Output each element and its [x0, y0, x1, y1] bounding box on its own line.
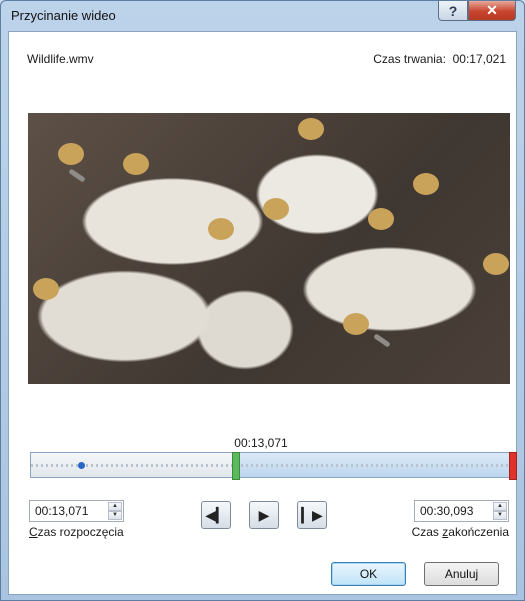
previous-frame-icon: ◀▎ [205, 506, 227, 523]
title-bar[interactable]: Przycinanie wideo ? ✕ [1, 1, 524, 29]
spin-up-icon[interactable]: ▲ [108, 502, 122, 511]
end-time-label: Czas zakończenia [411, 525, 509, 539]
play-button[interactable]: ▶ [249, 501, 279, 529]
close-button[interactable]: ✕ [468, 1, 516, 21]
bird-decoration [373, 333, 391, 348]
end-time-input[interactable] [415, 503, 492, 519]
start-trim-handle[interactable] [232, 452, 240, 480]
dialog-content: Wildlife.wmv Czas trwania: 00:17,021 00:… [8, 31, 517, 595]
dialog-window: Przycinanie wideo ? ✕ Wildlife.wmv Czas … [0, 0, 525, 601]
start-time-spinner[interactable]: ▲ ▼ [29, 500, 124, 522]
end-trim-handle[interactable] [509, 452, 517, 480]
help-icon: ? [448, 2, 458, 19]
bird-decoration [413, 173, 439, 195]
end-time-spinner[interactable]: ▲ ▼ [414, 500, 509, 522]
start-time-spin-buttons[interactable]: ▲ ▼ [108, 502, 122, 520]
bird-decoration [263, 198, 289, 220]
previous-frame-button[interactable]: ◀▎ [201, 501, 231, 529]
bird-decoration [33, 278, 59, 300]
duration-info: Czas trwania: 00:17,021 [373, 52, 506, 66]
help-button[interactable]: ? [438, 1, 468, 21]
bird-decoration [298, 118, 324, 140]
end-time-spin-buttons[interactable]: ▲ ▼ [493, 502, 507, 520]
start-time-input[interactable] [30, 503, 107, 519]
next-frame-icon: ▎▶ [301, 506, 323, 523]
video-preview[interactable] [28, 113, 510, 384]
file-name: Wildlife.wmv [27, 52, 94, 66]
bird-decoration [123, 153, 149, 175]
bird-decoration [68, 168, 86, 183]
spin-up-icon[interactable]: ▲ [493, 502, 507, 511]
current-time: 00:13,071 [234, 436, 288, 450]
ok-button[interactable]: OK [331, 562, 406, 586]
bird-decoration [343, 313, 369, 335]
cancel-button[interactable]: Anuluj [424, 562, 499, 586]
duration-label: Czas trwania: [373, 52, 446, 66]
bird-decoration [208, 218, 234, 240]
play-icon: ▶ [258, 506, 270, 523]
bird-decoration [368, 208, 394, 230]
trim-timeline[interactable] [30, 452, 517, 480]
close-icon: ✕ [486, 2, 498, 18]
duration-value: 00:17,021 [452, 52, 506, 66]
window-title: Przycinanie wideo [11, 8, 116, 23]
playhead-marker[interactable] [78, 462, 85, 469]
start-time-label: Czas rozpoczęcia [29, 525, 124, 539]
audio-waveform [31, 464, 509, 467]
spin-down-icon[interactable]: ▼ [493, 511, 507, 520]
spin-down-icon[interactable]: ▼ [108, 511, 122, 520]
bird-decoration [58, 143, 84, 165]
next-frame-button[interactable]: ▎▶ [297, 501, 327, 529]
bird-decoration [483, 253, 509, 275]
